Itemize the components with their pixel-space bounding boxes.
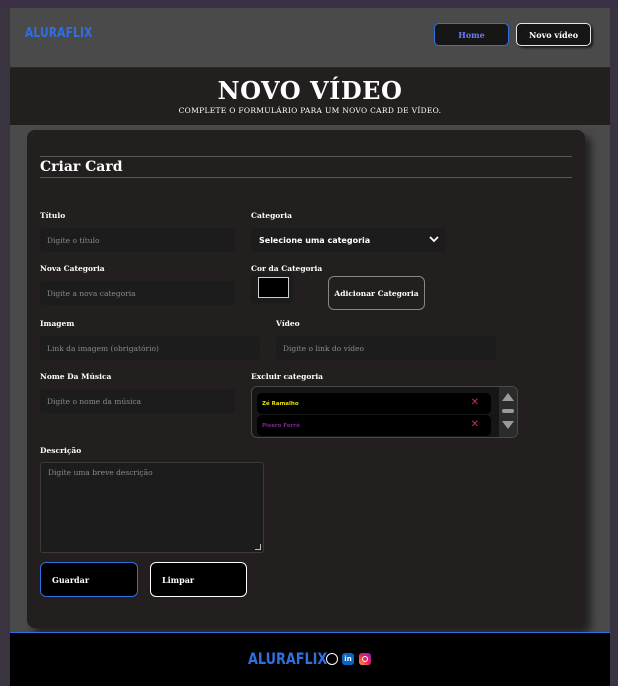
cor-categoria-picker[interactable]: [251, 273, 293, 303]
scroll-thumb[interactable]: [502, 409, 514, 413]
titulo-label: Título: [40, 211, 66, 220]
nova-categoria-label: Nova Categoria: [40, 264, 105, 273]
category-name: Zé Ramalho: [262, 400, 299, 407]
list-scrollbar[interactable]: [499, 387, 517, 437]
divider: [40, 156, 572, 157]
list-item: Pisero Forró ✕: [257, 415, 491, 436]
nova-categoria-input[interactable]: Digite a nova categoria: [40, 281, 235, 305]
excluir-categoria-label: Excluir categoria: [251, 372, 324, 381]
form-title: Criar Card: [40, 159, 123, 175]
hero-banner: NOVO VÍDEO COMPLETE O FORMULÁRIO PARA UM…: [10, 68, 610, 125]
whatsapp-icon[interactable]: [326, 653, 338, 665]
app-frame: ALURAFLIX Home Novo vídeo NOVO VÍDEO COM…: [10, 8, 610, 686]
excluir-categoria-list[interactable]: Zé Ramalho ✕ Pisero Forró ✕: [251, 386, 518, 438]
category-name: Pisero Forró: [262, 422, 300, 429]
video-input[interactable]: Digite o link do vídeo: [276, 336, 496, 360]
aluraflix-logo[interactable]: ALURAFLIX: [25, 26, 93, 41]
site-header: ALURAFLIX Home Novo vídeo: [10, 8, 610, 68]
video-label: Vídeo: [276, 319, 300, 328]
resize-grip-icon[interactable]: [255, 544, 261, 550]
novo-video-button[interactable]: Novo vídeo: [516, 23, 591, 46]
divider: [40, 177, 572, 178]
footer-logo: ALURAFLIX: [248, 649, 328, 668]
page-subtitle: COMPLETE O FORMULÁRIO PARA UM NOVO CARD …: [178, 106, 442, 115]
instagram-icon[interactable]: [359, 653, 371, 665]
linkedin-icon[interactable]: in: [342, 653, 354, 665]
color-swatch[interactable]: [258, 277, 289, 298]
categoria-label: Categoria: [251, 211, 292, 220]
criar-card-form: Criar Card Título Digite o título Catego…: [27, 130, 585, 628]
close-icon[interactable]: ✕: [471, 397, 479, 408]
instagram-lens-icon: [362, 656, 368, 662]
guardar-button[interactable]: Guardar: [40, 562, 138, 597]
descricao-placeholder: Digite uma breve descrição: [48, 468, 153, 477]
scroll-down-icon[interactable]: [502, 421, 514, 429]
categoria-selected-value: Selecione uma categoria: [259, 235, 371, 245]
nome-musica-input[interactable]: Digite o nome da música: [40, 389, 235, 413]
adicionar-categoria-button[interactable]: Adicionar Categoria: [328, 276, 425, 310]
page-title: NOVO VÍDEO: [217, 76, 403, 105]
scroll-up-icon[interactable]: [502, 393, 514, 401]
browser-top-strip: [0, 0, 618, 8]
categoria-select[interactable]: Selecione uma categoria: [251, 228, 446, 252]
limpar-button[interactable]: Limpar: [150, 562, 247, 597]
titulo-input[interactable]: Digite o título: [40, 228, 235, 252]
descricao-label: Descrição: [40, 446, 82, 455]
imagem-label: Imagem: [40, 319, 75, 328]
nome-musica-label: Nome Da Música: [40, 372, 112, 381]
chevron-down-icon: [429, 236, 439, 243]
imagem-input[interactable]: Link da imagem (obrigatório): [40, 336, 260, 360]
cor-categoria-label: Cor da Categoria: [251, 264, 323, 273]
list-item: Zé Ramalho ✕: [257, 393, 491, 414]
home-button[interactable]: Home: [434, 23, 509, 46]
descricao-textarea[interactable]: Digite uma breve descrição: [40, 462, 264, 553]
site-footer: ALURAFLIX in: [10, 632, 610, 686]
close-icon[interactable]: ✕: [471, 419, 479, 430]
